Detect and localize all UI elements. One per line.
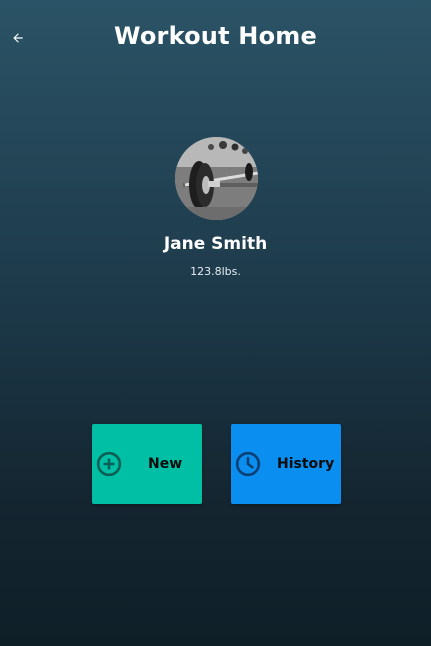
history-button-label: History: [277, 456, 335, 472]
add-circle-icon: [96, 451, 122, 477]
user-name: Jane Smith: [163, 234, 268, 254]
history-clock-icon: [235, 451, 261, 477]
app-header: Workout Home: [0, 0, 431, 76]
avatar: [175, 137, 258, 220]
new-button-label: New: [148, 456, 183, 472]
user-weight: 123.8lbs.: [190, 265, 241, 278]
page-title: Workout Home: [114, 22, 317, 50]
barbell-photo: [175, 137, 258, 220]
history-button[interactable]: History: [231, 424, 341, 504]
new-workout-button[interactable]: New: [92, 424, 202, 504]
